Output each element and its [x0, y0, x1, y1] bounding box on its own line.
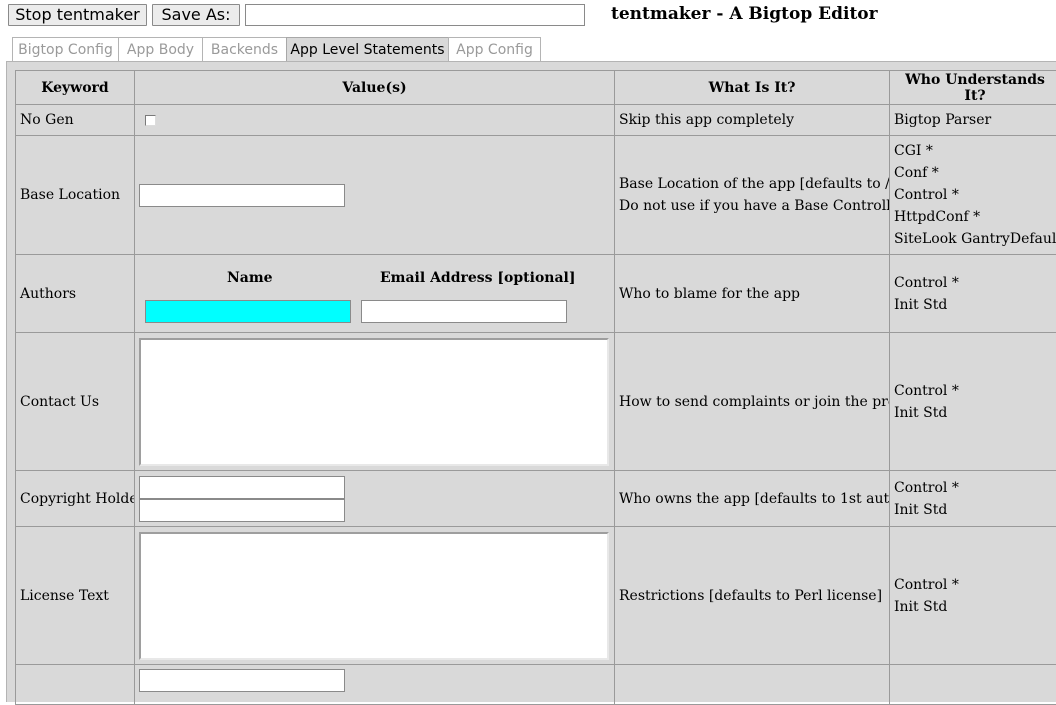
author-name-header: Name — [227, 270, 273, 286]
row-next-partial — [16, 665, 1056, 705]
no-gen-checkbox[interactable] — [145, 115, 156, 126]
who-copyright-holder: Control * Init Std — [890, 471, 1056, 527]
what-contact-us: How to send complaints or join the proje… — [615, 333, 890, 471]
license-text-textarea[interactable] — [139, 532, 609, 660]
who-item: Init Std — [894, 402, 1056, 424]
who-no-gen: Bigtop Parser — [890, 105, 1056, 136]
what-base-location: Base Location of the app [defaults to /]… — [615, 136, 890, 255]
save-as-input[interactable] — [245, 4, 585, 26]
keyword-contact-us: Contact Us — [16, 333, 135, 471]
what-line: Base Location of the app [defaults to /] — [619, 173, 885, 195]
who-item: Init Std — [894, 294, 1056, 316]
keyword-no-gen: No Gen — [16, 105, 135, 136]
who-item: Init Std — [894, 499, 1056, 521]
statements-table: Keyword Value(s) What Is It? Who Underst… — [15, 70, 1056, 705]
value-no-gen — [135, 105, 615, 136]
value-authors: Name Email Address [optional] — [135, 255, 615, 333]
value-base-location — [135, 136, 615, 255]
base-location-input[interactable] — [139, 184, 345, 207]
keyword-copyright-holder: Copyright Holder — [16, 471, 135, 527]
who-item: Control * — [894, 574, 1056, 596]
tab-bar: Bigtop Config App Body Backends App Leve… — [12, 37, 540, 62]
who-item: Bigtop Parser — [894, 109, 1056, 131]
who-item: CGI * — [894, 140, 1056, 162]
stop-tentmaker-button[interactable]: Stop tentmaker — [8, 4, 147, 26]
what-next — [615, 665, 890, 705]
who-contact-us: Control * Init Std — [890, 333, 1056, 471]
who-item: Control * — [894, 477, 1056, 499]
contact-us-textarea[interactable] — [139, 338, 609, 466]
keyword-next — [16, 665, 135, 705]
row-authors: Authors Name Email Address [optional] Wh… — [16, 255, 1056, 333]
values-header: Value(s) — [135, 71, 615, 105]
who-item: Init Std — [894, 596, 1056, 618]
keyword-header: Keyword — [16, 71, 135, 105]
row-contact-us: Contact Us How to send complaints or joi… — [16, 333, 1056, 471]
app-title: tentmaker - A Bigtop Editor — [611, 4, 878, 24]
statements-panel: Keyword Value(s) What Is It? Who Underst… — [6, 61, 1056, 702]
row-base-location: Base Location Base Location of the app [… — [16, 136, 1056, 255]
tab-app-body[interactable]: App Body — [118, 37, 203, 62]
who-base-location: CGI * Conf * Control * HttpdConf * SiteL… — [890, 136, 1056, 255]
who-item: HttpdConf * — [894, 206, 1056, 228]
tab-app-level-statements[interactable]: App Level Statements — [286, 37, 449, 62]
who-item: SiteLook GantryDefault — [894, 228, 1056, 250]
what-line: Do not use if you have a Base Controller… — [619, 195, 885, 217]
author-email-input[interactable] — [361, 300, 567, 323]
what-license-text: Restrictions [defaults to Perl license] — [615, 527, 890, 665]
tab-bigtop-config[interactable]: Bigtop Config — [12, 37, 119, 62]
copyright-holder-input[interactable] — [139, 499, 345, 522]
next-row-input[interactable] — [139, 669, 345, 692]
value-license-text — [135, 527, 615, 665]
who-license-text: Control * Init Std — [890, 527, 1056, 665]
what-copyright-holder: Who owns the app [defaults to 1st author… — [615, 471, 890, 527]
row-license-text: License Text Restrictions [defaults to P… — [16, 527, 1056, 665]
save-as-button[interactable]: Save As: — [152, 4, 240, 26]
author-email-header: Email Address [optional] — [380, 270, 576, 286]
keyword-license-text: License Text — [16, 527, 135, 665]
what-header: What Is It? — [615, 71, 890, 105]
who-item: Conf * — [894, 162, 1056, 184]
what-authors: Who to blame for the app — [615, 255, 890, 333]
row-no-gen: No Gen Skip this app completely Bigtop P… — [16, 105, 1056, 136]
who-header: Who Understands It? — [890, 71, 1056, 105]
keyword-base-location: Base Location — [16, 136, 135, 255]
what-no-gen: Skip this app completely — [615, 105, 890, 136]
header-row: Keyword Value(s) What Is It? Who Underst… — [16, 71, 1056, 105]
who-authors: Control * Init Std — [890, 255, 1056, 333]
author-name-input[interactable] — [145, 300, 351, 323]
who-item: Control * — [894, 272, 1056, 294]
who-next — [890, 665, 1056, 705]
value-next — [135, 665, 615, 705]
who-item: Control * — [894, 184, 1056, 206]
row-copyright-holder: Copyright Holder Who owns the app [defau… — [16, 471, 1056, 527]
value-copyright-holder — [135, 471, 615, 527]
keyword-authors: Authors — [16, 255, 135, 333]
who-item: Control * — [894, 380, 1056, 402]
tab-app-config[interactable]: App Config — [448, 37, 541, 62]
tab-backends[interactable]: Backends — [202, 37, 287, 62]
value-contact-us — [135, 333, 615, 471]
copyright-holder-input[interactable] — [139, 476, 345, 499]
